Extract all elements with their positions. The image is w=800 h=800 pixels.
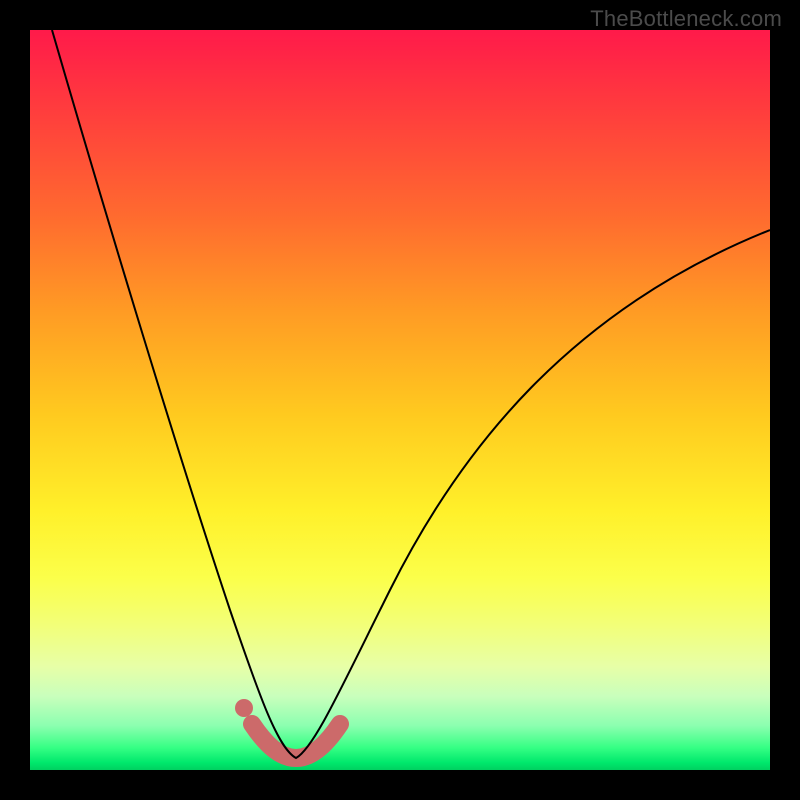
bottleneck-curve-svg	[30, 30, 770, 770]
plot-area	[30, 30, 770, 770]
curve-accent-dot-icon	[235, 699, 253, 717]
curve-bottom-highlight	[252, 724, 340, 758]
watermark-text: TheBottleneck.com	[590, 6, 782, 32]
bottleneck-curve	[52, 30, 770, 758]
chart-frame: TheBottleneck.com	[0, 0, 800, 800]
